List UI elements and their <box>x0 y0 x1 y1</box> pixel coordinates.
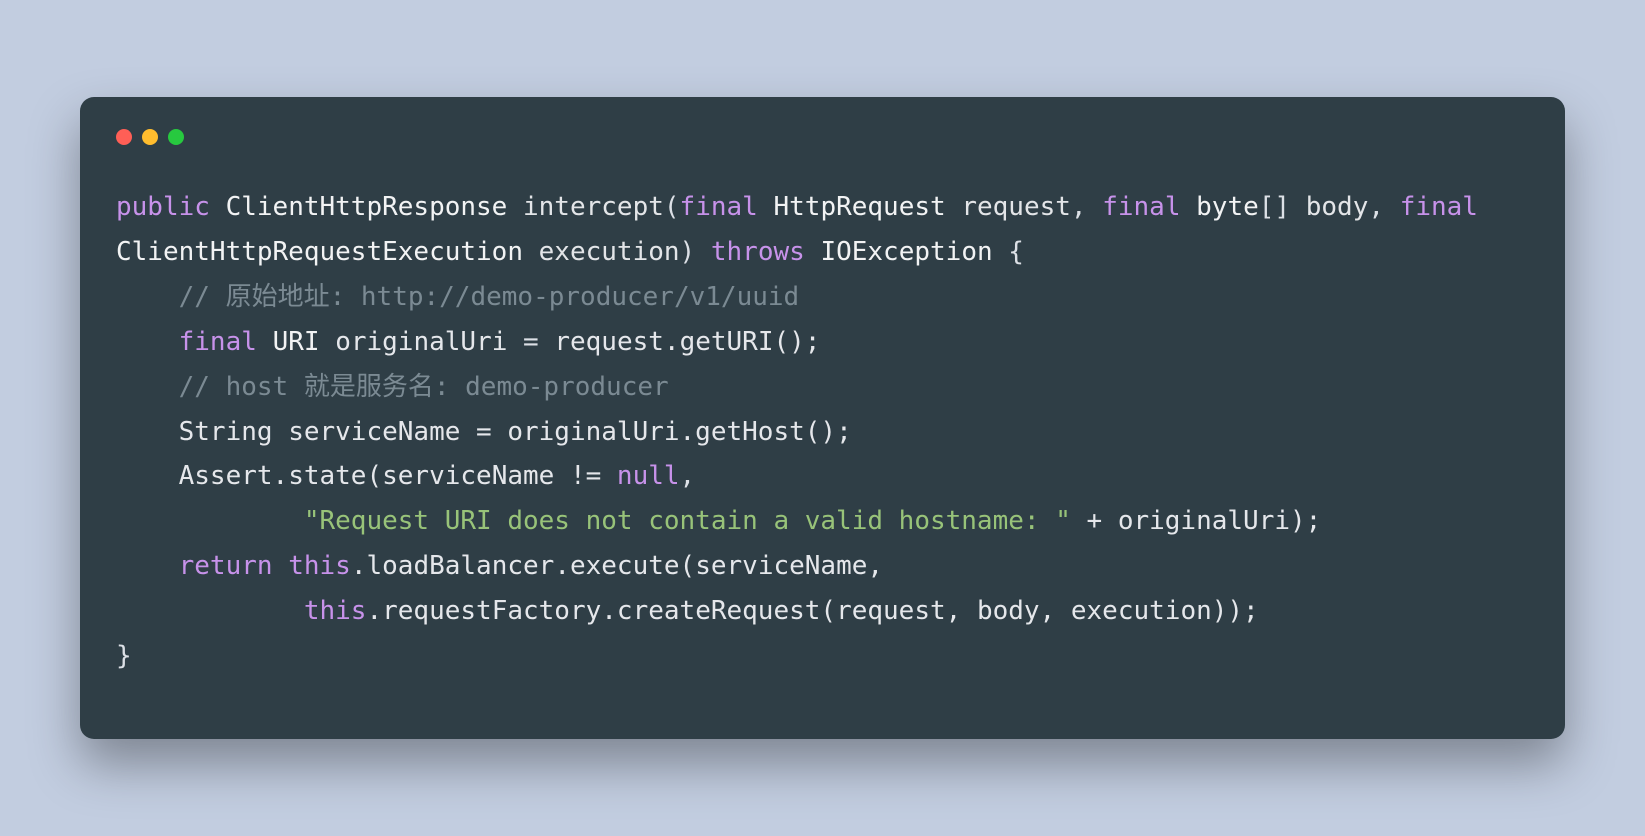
keyword-return: return <box>179 551 273 581</box>
stmt-gethost: String serviceName = originalUri.getHost… <box>179 417 852 447</box>
type-clienthttpresponse: ClientHttpResponse <box>226 192 508 222</box>
keyword-final: final <box>1400 192 1478 222</box>
comma: , <box>1368 192 1384 222</box>
var-originaluri: originalUri <box>335 327 507 357</box>
type-byte: byte <box>1196 192 1259 222</box>
expr-plus-originaluri: + originalUri); <box>1071 506 1321 536</box>
paren-close: ) <box>680 237 696 267</box>
expr-geturi: request.getURI(); <box>554 327 820 357</box>
type-ioexception: IOException <box>820 237 992 267</box>
window-controls <box>116 129 1529 145</box>
comma: , <box>680 461 696 491</box>
paren-open: ( <box>664 192 680 222</box>
keyword-this: this <box>288 551 351 581</box>
param-body: body <box>1306 192 1369 222</box>
code-block: public ClientHttpResponse intercept(fina… <box>116 185 1529 680</box>
close-icon[interactable] <box>116 129 132 145</box>
comma: , <box>1071 192 1087 222</box>
brace-close: } <box>116 641 132 671</box>
param-execution: execution <box>539 237 680 267</box>
expr-loadbalancer-execute: .loadBalancer.execute(serviceName, <box>351 551 883 581</box>
stmt-assert-pre: Assert.state(serviceName != <box>179 461 617 491</box>
type-clienthttprequestexecution: ClientHttpRequestExecution <box>116 237 523 267</box>
string-invalid-hostname: "Request URI does not contain a valid ho… <box>304 506 1071 536</box>
func-intercept: intercept <box>523 192 664 222</box>
literal-null: null <box>617 461 680 491</box>
keyword-final: final <box>179 327 257 357</box>
keyword-final: final <box>680 192 758 222</box>
equals: = <box>523 327 539 357</box>
type-uri: URI <box>273 327 320 357</box>
keyword-public: public <box>116 192 210 222</box>
code-window: public ClientHttpResponse intercept(fina… <box>80 97 1565 740</box>
keyword-final: final <box>1102 192 1180 222</box>
expr-requestfactory-create: .requestFactory.createRequest(request, b… <box>366 596 1258 626</box>
type-httprequest: HttpRequest <box>773 192 945 222</box>
brace-open: { <box>1008 237 1024 267</box>
maximize-icon[interactable] <box>168 129 184 145</box>
keyword-this: this <box>304 596 367 626</box>
keyword-throws: throws <box>711 237 805 267</box>
comment-host-servicename: // host 就是服务名: demo-producer <box>179 372 669 402</box>
comment-original-url: // 原始地址: http://demo-producer/v1/uuid <box>179 282 800 312</box>
minimize-icon[interactable] <box>142 129 158 145</box>
brackets: [] <box>1259 192 1290 222</box>
param-request: request <box>961 192 1071 222</box>
